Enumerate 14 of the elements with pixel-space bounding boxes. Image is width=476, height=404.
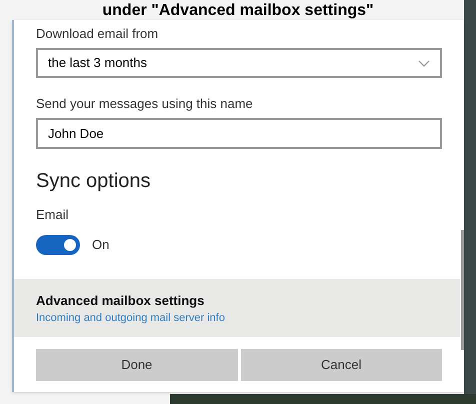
toggle-state: On [92,236,110,254]
chevron-down-icon [418,60,430,66]
section-heading: Sync options [36,169,152,193]
advanced-settings-panel[interactable]: Advanced mailbox settings Incoming and outgoing mail server info [14,278,460,336]
dropdown[interactable]: the last 3 months [36,48,442,78]
field-label: Download email from [36,25,160,42]
dialog-button[interactable]: Done [36,348,238,380]
toggle-label: Email [36,206,70,224]
name-input-field[interactable]: John Doe [36,118,442,149]
panel-title: Advanced mailbox settings [36,292,206,310]
field-label: Send your messages using this name [36,95,254,112]
dialog-button[interactable]: Cancel [240,348,442,380]
toggle-switch[interactable] [36,234,80,254]
caption: under "Advanced mailbox settings" [102,2,374,20]
